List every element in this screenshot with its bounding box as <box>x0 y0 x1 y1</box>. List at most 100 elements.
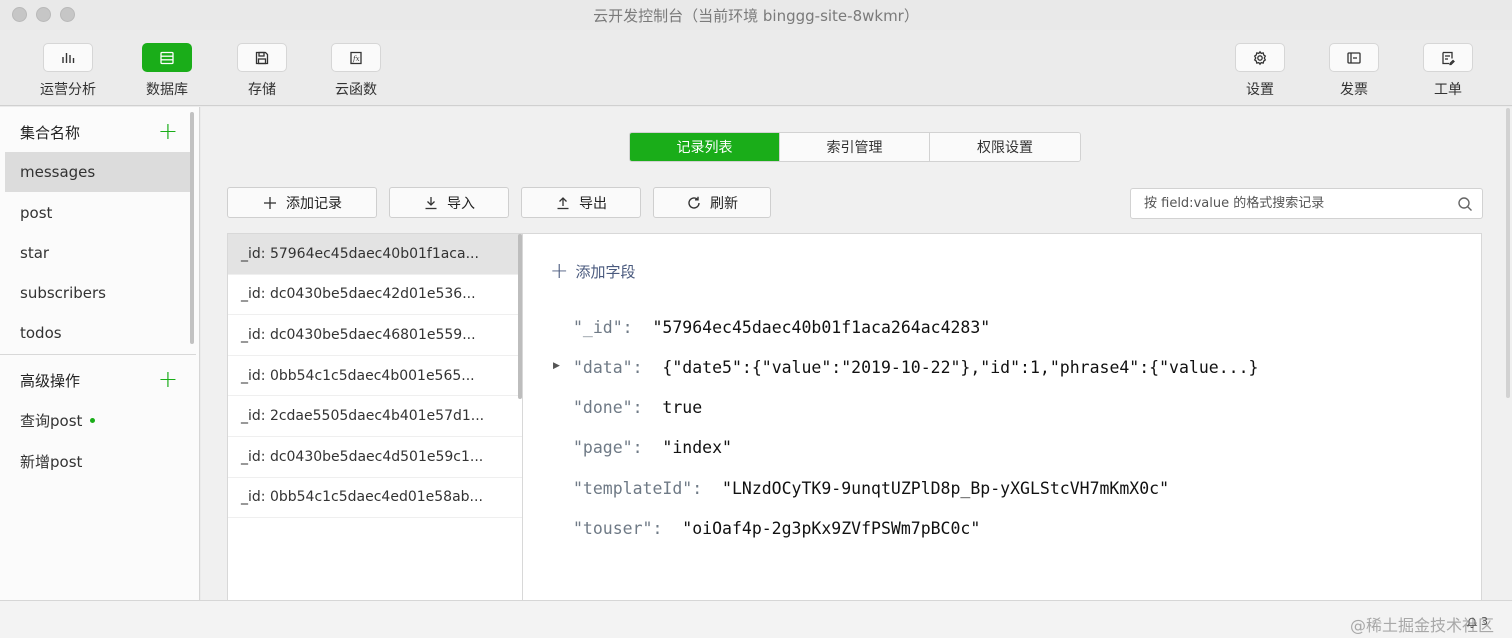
record-row[interactable]: _id: dc0430be5daec42d01e536... <box>228 275 522 316</box>
window-title: 云开发控制台（当前环境 binggg-site-8wkmr） <box>593 7 919 25</box>
field-value: true <box>662 398 703 417</box>
main-toolbar: 运营分析 数据库 存储 fx 云函数 设置 发票 工单 <box>0 30 1512 106</box>
function-icon: fx <box>350 51 362 64</box>
ticket-icon <box>1442 51 1455 65</box>
main-panel: 记录列表 索引管理 权限设置 添加记录 导入 导出 刷新 _id: 57964e… <box>201 107 1512 600</box>
notification-indicator[interactable]: 3 <box>1466 615 1488 628</box>
field-key: "touser": <box>573 519 663 538</box>
import-button[interactable]: 导入 <box>389 187 509 218</box>
gear-icon <box>1253 50 1267 65</box>
toolbar-invoice-label: 发票 <box>1340 82 1368 98</box>
toolbar-database-label: 数据库 <box>146 82 188 98</box>
field-row-data[interactable]: "data": {"date5":{"value":"2019-10-22"},… <box>573 358 1258 377</box>
status-bar: @稀土掘金技术社区 3 <box>0 600 1512 638</box>
refresh-icon <box>688 196 700 209</box>
notification-count: 3 <box>1481 615 1488 628</box>
svg-text:fx: fx <box>352 55 360 63</box>
record-detail: + 添加字段 "_id": "57964ec45daec40b01f1aca26… <box>523 233 1482 600</box>
record-list: _id: 57964ec45daec40b01f1aca... _id: dc0… <box>227 233 523 600</box>
field-row-page[interactable]: "page": "index" <box>573 438 732 457</box>
advanced-item-add-post[interactable]: 新增post <box>5 441 191 481</box>
collections-header-label: 集合名称 <box>20 123 81 142</box>
field-value: "57964ec45daec40b01f1aca264ac4283" <box>652 318 991 337</box>
record-row[interactable]: _id: dc0430be5daec4d501e59c1... <box>228 437 522 478</box>
download-icon <box>425 196 437 209</box>
toolbar-analytics-label: 运营分析 <box>40 82 96 98</box>
plus-icon <box>264 196 276 209</box>
record-row[interactable]: _id: 2cdae5505daec4b401e57d1... <box>228 396 522 437</box>
advanced-header: 高级操作 + <box>0 359 196 401</box>
field-key: "data": <box>573 358 643 377</box>
record-row[interactable]: _id: dc0430be5daec46801e559... <box>228 315 522 356</box>
field-key: "templateId": <box>573 479 703 498</box>
sidebar-scrollbar[interactable] <box>190 112 194 344</box>
import-label: 导入 <box>447 195 475 212</box>
toolbar-storage[interactable]: 存储 <box>217 43 307 99</box>
toolbar-settings[interactable]: 设置 <box>1215 43 1305 99</box>
add-field-button[interactable]: + 添加字段 <box>550 258 636 284</box>
tab-indexes[interactable]: 索引管理 <box>780 133 930 161</box>
bell-icon <box>1466 617 1478 628</box>
toolbar-settings-label: 设置 <box>1246 82 1274 98</box>
plus-icon: + <box>550 258 569 284</box>
collections-header: 集合名称 + <box>0 111 196 153</box>
database-icon <box>160 51 174 64</box>
expand-caret-icon[interactable]: ▶ <box>553 361 560 371</box>
add-collection-button[interactable]: + <box>158 119 178 143</box>
main-scrollbar[interactable] <box>1506 108 1510 398</box>
add-field-label: 添加字段 <box>575 263 636 281</box>
field-key: "page": <box>573 438 643 457</box>
collection-item-star[interactable]: star <box>5 233 191 273</box>
invoice-icon <box>1347 51 1361 64</box>
advanced-item-label: 查询post <box>20 411 83 430</box>
field-value: "index" <box>662 438 732 457</box>
toolbar-ticket[interactable]: 工单 <box>1403 43 1493 99</box>
record-list-scrollbar[interactable] <box>518 234 522 399</box>
collections-sidebar: 集合名称 + messages post star subscribers to… <box>0 107 200 600</box>
add-advanced-button[interactable]: + <box>158 367 178 391</box>
collection-item-messages[interactable]: messages <box>5 152 191 192</box>
record-row[interactable]: _id: 57964ec45daec40b01f1aca... <box>228 234 522 275</box>
field-row-touser[interactable]: "touser": "oiOaf4p-2g3pKx9ZVfPSWm7pBC0c" <box>573 519 980 538</box>
toolbar-database[interactable]: 数据库 <box>122 43 212 99</box>
tab-permissions[interactable]: 权限设置 <box>930 133 1080 161</box>
refresh-button[interactable]: 刷新 <box>653 187 771 218</box>
window-titlebar: 云开发控制台（当前环境 binggg-site-8wkmr） <box>0 0 1512 30</box>
collection-item-todos[interactable]: todos <box>5 313 191 353</box>
record-row[interactable]: _id: 0bb54c1c5daec4ed01e58ab... <box>228 478 522 519</box>
toolbar-cloud-functions-label: 云函数 <box>335 82 377 98</box>
tab-records[interactable]: 记录列表 <box>630 133 780 161</box>
field-value: {"date5":{"value":"2019-10-22"},"id":1,"… <box>662 358 1259 377</box>
save-icon <box>255 51 269 64</box>
field-row-done[interactable]: "done": true <box>573 398 702 417</box>
toolbar-invoice[interactable]: 发票 <box>1309 43 1399 99</box>
collection-item-subscribers[interactable]: subscribers <box>5 273 191 313</box>
add-record-label: 添加记录 <box>286 195 342 212</box>
record-search <box>1130 188 1483 219</box>
field-key: "done": <box>573 398 643 417</box>
export-button[interactable]: 导出 <box>521 187 641 218</box>
field-value: "LNzdOCyTK9-9unqtUZPlD8p_Bp-yXGLStcVH7mK… <box>722 479 1170 498</box>
export-label: 导出 <box>579 195 607 212</box>
refresh-label: 刷新 <box>710 195 738 212</box>
field-row-templateid[interactable]: "templateId": "LNzdOCyTK9-9unqtUZPlD8p_B… <box>573 479 1169 498</box>
toolbar-analytics[interactable]: 运营分析 <box>23 43 113 99</box>
view-tabs: 记录列表 索引管理 权限设置 <box>629 132 1081 162</box>
bar-chart-icon <box>62 52 75 63</box>
sidebar-divider <box>0 354 196 355</box>
toolbar-cloud-functions[interactable]: fx 云函数 <box>311 43 401 99</box>
toolbar-ticket-label: 工单 <box>1434 82 1462 98</box>
collection-item-post[interactable]: post <box>5 193 191 233</box>
field-row-id[interactable]: "_id": "57964ec45daec40b01f1aca264ac4283… <box>573 318 990 337</box>
upload-icon <box>557 196 569 209</box>
search-icon[interactable] <box>1457 196 1473 212</box>
record-row[interactable]: _id: 0bb54c1c5daec4b001e565... <box>228 356 522 397</box>
advanced-header-label: 高级操作 <box>20 371 81 390</box>
field-key: "_id": <box>573 318 633 337</box>
status-dot <box>90 417 96 423</box>
advanced-item-query-post[interactable]: 查询post <box>5 400 191 440</box>
add-record-button[interactable]: 添加记录 <box>227 187 377 218</box>
toolbar-storage-label: 存储 <box>248 82 276 98</box>
search-input[interactable] <box>1131 189 1441 218</box>
field-value: "oiOaf4p-2g3pKx9ZVfPSWm7pBC0c" <box>682 519 981 538</box>
